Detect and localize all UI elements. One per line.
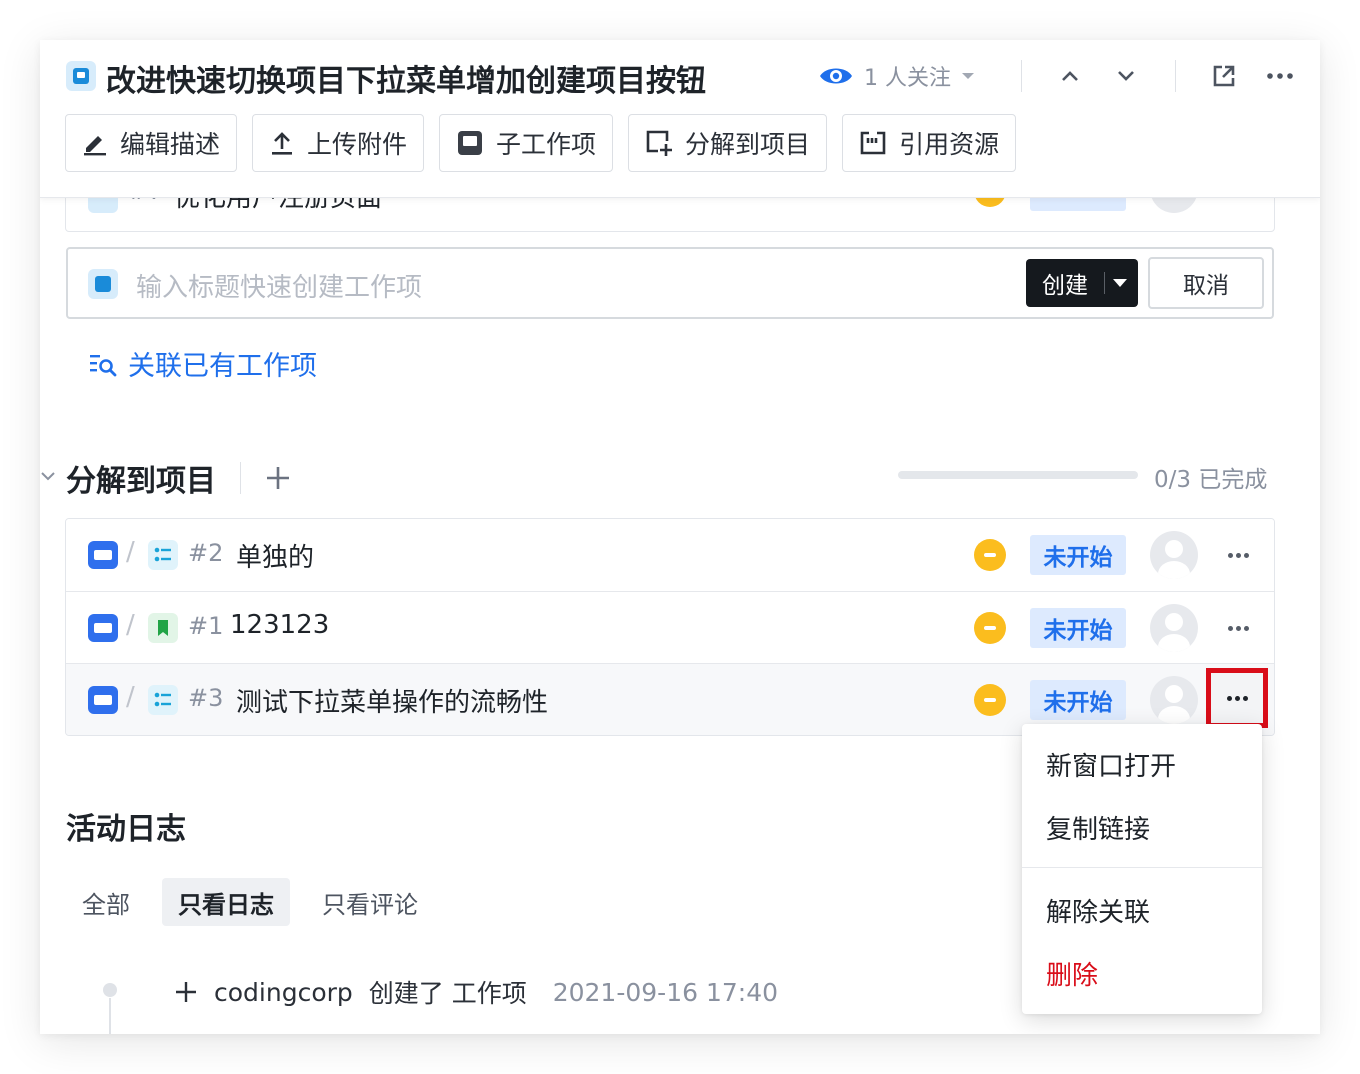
open-external-button[interactable] — [1208, 60, 1240, 92]
watchers-dropdown[interactable]: 1 人关注 — [818, 60, 975, 92]
quick-create-bar: 输入标题快速创建工作项 创建 取消 — [66, 247, 1274, 319]
subitem-icon — [458, 131, 483, 155]
eye-icon — [820, 68, 852, 84]
more-icon[interactable] — [1264, 60, 1296, 92]
watchers-count: 1 人关注 — [864, 66, 951, 91]
caret-down-icon — [962, 73, 974, 79]
quick-create-input[interactable]: 输入标题快速创建工作项 — [136, 267, 422, 304]
menu-copy-link[interactable]: 复制链接 — [1046, 809, 1150, 846]
page-title[interactable]: 改进快速切换项目下拉菜单增加创建项目按钮 — [106, 56, 706, 100]
tab-all[interactable]: 全部 — [66, 878, 146, 926]
previous-item-button[interactable] — [1054, 60, 1086, 92]
log-user[interactable]: codingcorp — [214, 978, 353, 1007]
status-badge[interactable]: 未开始 — [1030, 680, 1126, 720]
menu-open-new-window[interactable]: 新窗口打开 — [1046, 746, 1176, 783]
external-link-icon — [1213, 65, 1235, 87]
timeline-dot — [103, 983, 117, 997]
table-row[interactable]: / #2 单独的 未开始 — [66, 519, 1274, 591]
task-list-icon — [148, 540, 178, 570]
create-button[interactable]: 创建 — [1026, 259, 1138, 307]
add-icon[interactable] — [265, 465, 291, 491]
priority-icon[interactable] — [974, 539, 1006, 571]
log-action: 创建了 工作项 — [368, 979, 527, 1008]
priority-icon[interactable] — [974, 612, 1006, 644]
caret-down-icon[interactable] — [1113, 279, 1127, 287]
split-to-project-button[interactable]: 分解到项目 — [628, 114, 828, 172]
priority-icon[interactable] — [974, 684, 1006, 716]
quote-resource-button[interactable]: 引用资源 — [842, 114, 1017, 172]
project-list: / #2 单独的 未开始 / #1 123123 未开始 — [65, 518, 1275, 736]
project-icon — [88, 541, 118, 569]
edit-description-button[interactable]: 编辑描述 — [65, 114, 238, 172]
work-item-panel: #7 优化用户注册页面 输入标题快速创建工作项 创建 取消 关联已有工作项 — [40, 40, 1320, 1034]
upload-attachment-button[interactable]: 上传附件 — [252, 114, 425, 172]
pencil-icon — [84, 136, 106, 156]
table-row[interactable]: / #1 123123 未开始 — [66, 591, 1274, 663]
project-icon — [88, 614, 118, 642]
tab-logs-only[interactable]: 只看日志 — [162, 878, 290, 926]
toolbar: 编辑描述 上传附件 子工作项 分解到项目 引用资源 — [65, 114, 1017, 172]
chevron-down-icon — [1118, 71, 1134, 81]
cancel-button[interactable]: 取消 — [1148, 257, 1264, 309]
search-list-icon — [90, 354, 117, 376]
next-item-button[interactable] — [1110, 60, 1142, 92]
status-badge[interactable]: 未开始 — [1030, 608, 1126, 648]
section-title: 分解到项目 — [66, 456, 291, 500]
log-time: 2021-09-16 17:40 — [552, 977, 778, 1007]
link-existing-label: 关联已有工作项 — [128, 351, 317, 382]
task-list-icon — [148, 685, 178, 715]
upload-icon — [272, 132, 293, 155]
item-number: #2 — [188, 539, 224, 567]
context-menu: 新窗口打开 复制链接 解除关联 删除 — [1022, 724, 1262, 1014]
item-name[interactable]: 单独的 — [236, 537, 314, 574]
activity-log-entry: codingcorp 创建了 工作项 2021-09-16 17:40 — [174, 974, 778, 1010]
requirement-icon — [88, 269, 118, 299]
split-to-project-icon — [646, 130, 673, 156]
chevron-down-icon[interactable] — [40, 468, 56, 484]
avatar[interactable] — [1150, 531, 1198, 579]
timeline-line — [109, 998, 111, 1034]
header: 改进快速切换项目下拉菜单增加创建项目按钮 1 人关注 编辑描述 上传附件 子工作… — [40, 40, 1320, 198]
avatar[interactable] — [1150, 676, 1198, 724]
more-icon[interactable] — [1220, 539, 1256, 571]
sub-work-item-button[interactable]: 子工作项 — [439, 114, 614, 172]
progress-text: 0/3 已完成 — [1154, 467, 1268, 493]
menu-delete[interactable]: 删除 — [1046, 955, 1098, 992]
item-number: #1 — [188, 612, 224, 640]
project-icon — [88, 686, 118, 714]
progress-bar — [898, 471, 1138, 479]
quote-icon — [860, 131, 886, 155]
more-icon-active[interactable] — [1206, 668, 1268, 728]
chevron-up-icon — [1062, 71, 1078, 81]
link-existing-item-button[interactable]: 关联已有工作项 — [88, 344, 317, 383]
activity-title: 活动日志 — [66, 812, 186, 847]
avatar[interactable] — [1150, 604, 1198, 652]
item-number: #3 — [188, 684, 224, 712]
tab-comments-only[interactable]: 只看评论 — [306, 878, 434, 926]
menu-unlink[interactable]: 解除关联 — [1046, 892, 1150, 929]
plus-icon — [176, 982, 196, 1002]
item-name[interactable]: 123123 — [230, 610, 329, 640]
requirement-bookmark-icon — [148, 613, 178, 643]
more-icon[interactable] — [1220, 612, 1256, 644]
activity-tabs: 全部 只看日志 只看评论 — [66, 878, 450, 926]
status-badge[interactable]: 未开始 — [1030, 535, 1126, 575]
item-name[interactable]: 测试下拉菜单操作的流畅性 — [236, 682, 548, 719]
requirement-icon — [66, 61, 96, 91]
